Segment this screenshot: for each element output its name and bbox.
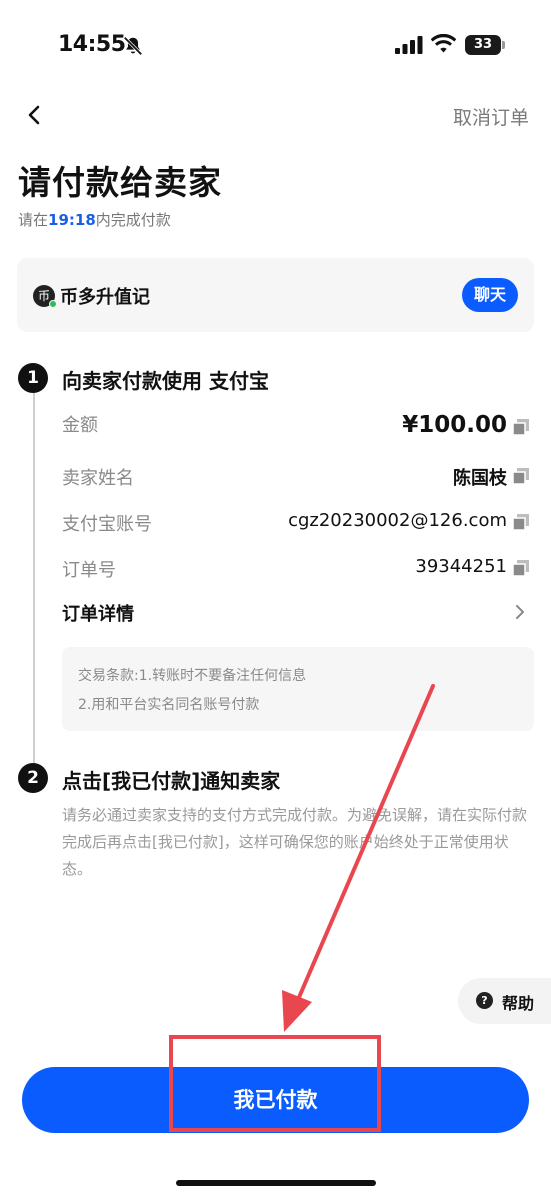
- countdown-timer: 19:18: [48, 211, 96, 229]
- trade-terms-line-1: 交易条款:1.转账时不要备注任何信息: [78, 668, 307, 684]
- step-2-title: 点击[我已付款]通知卖家: [62, 769, 281, 793]
- signal-icon: [395, 36, 423, 54]
- countdown-prefix: 请在: [18, 211, 49, 229]
- status-time: 14:55: [58, 32, 126, 57]
- cancel-order-button[interactable]: 取消订单: [453, 103, 529, 130]
- amount-value: ¥100.00: [402, 412, 507, 438]
- seller-avatar-text: 币: [37, 289, 50, 303]
- alipay-account-value: cgz20230002@126.com: [288, 510, 507, 531]
- chat-button[interactable]: 聊天: [462, 278, 518, 312]
- seller-avatar[interactable]: 币: [33, 285, 57, 308]
- step-1-title: 向卖家付款使用 支付宝: [62, 369, 269, 393]
- seller-name-value: 陈国枝: [453, 468, 507, 489]
- step-1-number: 1: [18, 363, 48, 393]
- step-2-description: 请务必通过卖家支持的支付方式完成付款。为避免误解，请在实际付款完成后再点击[我已…: [62, 806, 528, 878]
- step-timeline-line: [33, 382, 35, 778]
- bell-slash-icon: [123, 36, 143, 56]
- home-indicator[interactable]: [176, 1180, 376, 1186]
- copy-alipay-account-icon[interactable]: [513, 514, 529, 530]
- help-button[interactable]: ? 帮助: [458, 978, 551, 1024]
- alipay-account-label: 支付宝账号: [62, 514, 152, 535]
- step-2-number: 2: [18, 763, 48, 793]
- trade-terms-box: 交易条款:1.转账时不要备注任何信息 2.用和平台实名同名账号付款: [62, 647, 534, 731]
- copy-amount-icon[interactable]: [513, 419, 529, 435]
- copy-order-number-icon[interactable]: [513, 560, 529, 576]
- countdown-suffix: 内完成付款: [95, 211, 171, 229]
- seller-name-label: 卖家姓名: [62, 468, 134, 489]
- seller-name[interactable]: 币多升值记: [60, 283, 150, 309]
- annotation-highlight-box: [169, 1035, 381, 1132]
- payment-countdown: 请在19:18内完成付款: [18, 209, 171, 230]
- order-number-value: 39344251: [415, 556, 507, 577]
- order-number-label: 订单号: [62, 560, 116, 581]
- amount-label: 金额: [62, 415, 98, 436]
- page-title: 请付款给卖家: [18, 163, 222, 202]
- status-bar: 14:55 33: [0, 0, 551, 90]
- help-label: 帮助: [502, 994, 535, 1013]
- question-mark-icon: ?: [476, 992, 493, 1009]
- online-status-dot: [49, 300, 57, 308]
- seller-card: 币 币多升值记 聊天: [17, 258, 534, 332]
- wifi-icon: [431, 34, 456, 53]
- order-details-link[interactable]: 订单详情: [62, 600, 134, 626]
- chevron-right-icon[interactable]: [513, 602, 527, 622]
- chevron-left-icon[interactable]: [20, 100, 50, 130]
- copy-seller-name-icon[interactable]: [513, 468, 529, 484]
- trade-terms-line-2: 2.用和平台实名同名账号付款: [78, 697, 260, 713]
- battery-icon: 33: [465, 35, 505, 55]
